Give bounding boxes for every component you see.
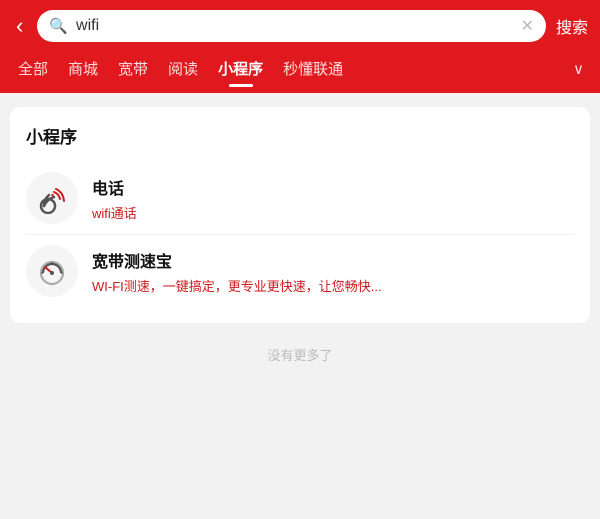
item-desc: WI-FI测速，一键搞定，更专业更快速，让您畅快...: [92, 276, 512, 295]
header: ‹ 🔍 wifi ✕ 搜索: [0, 0, 600, 52]
item-text-phone: 电话 wifi通话: [92, 175, 574, 222]
search-input[interactable]: wifi: [76, 17, 513, 35]
list-item[interactable]: 电话 wifi通话: [26, 162, 574, 234]
no-more-text: 没有更多了: [10, 323, 590, 374]
section-card: 小程序 电话 wifi通话: [10, 107, 590, 323]
back-button[interactable]: ‹: [12, 13, 27, 39]
tab-miniapp[interactable]: 小程序: [208, 52, 273, 85]
item-icon-speed: [26, 245, 78, 297]
tab-bar: 全部 商城 宽带 阅读 小程序 秒懂联通 ∨: [0, 52, 600, 93]
section-title: 小程序: [26, 123, 574, 148]
search-bar: 🔍 wifi ✕: [37, 10, 546, 42]
list-item[interactable]: 宽带测速宝 WI-FI测速，一键搞定，更专业更快速，让您畅快...: [26, 234, 574, 307]
tab-more-icon[interactable]: ∨: [565, 54, 592, 84]
tab-reading[interactable]: 阅读: [158, 52, 208, 85]
tab-broadband[interactable]: 宽带: [108, 52, 158, 85]
item-name: 电话: [92, 175, 574, 199]
clear-icon[interactable]: ✕: [521, 16, 534, 36]
tab-mall[interactable]: 商城: [58, 52, 108, 85]
item-icon-phone: [26, 172, 78, 224]
search-icon: 🔍: [49, 17, 68, 35]
search-button[interactable]: 搜索: [556, 14, 588, 38]
item-name: 宽带测速宝: [92, 248, 574, 272]
tab-quick[interactable]: 秒懂联通: [273, 52, 353, 85]
item-text-speed: 宽带测速宝 WI-FI测速，一键搞定，更专业更快速，让您畅快...: [92, 248, 574, 295]
tab-all[interactable]: 全部: [8, 52, 58, 85]
content-area: 小程序 电话 wifi通话: [0, 93, 600, 388]
item-desc: wifi通话: [92, 203, 512, 222]
